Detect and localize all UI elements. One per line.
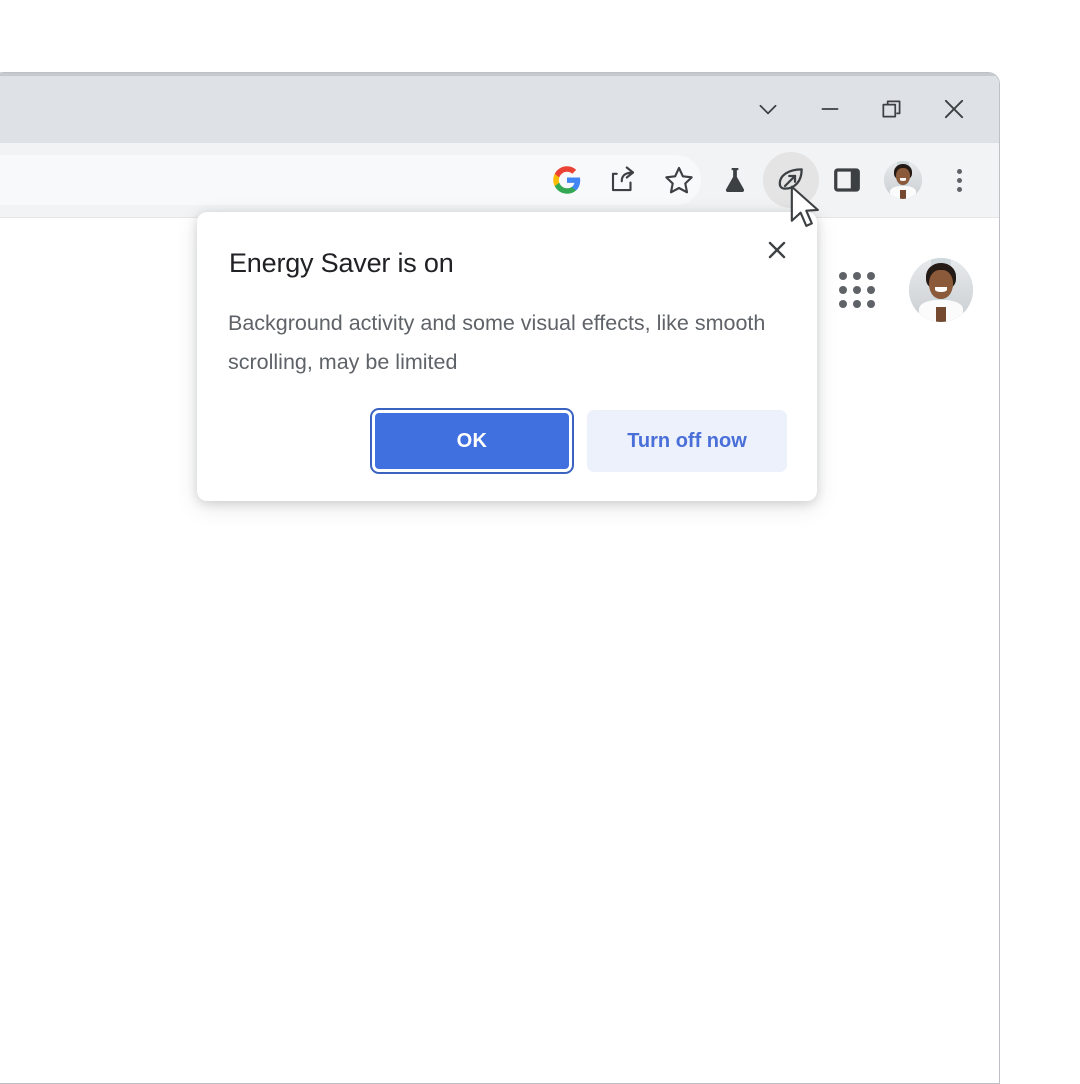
dialog-actions: OK Turn off now [197,410,787,472]
bookmark-button[interactable] [651,152,707,208]
chrome-menu-icon [957,169,962,192]
energy-saver-leaf-icon [775,164,807,196]
dialog-close-button[interactable] [753,226,801,274]
avatar [884,161,922,199]
energy-saver-button[interactable] [763,152,819,208]
avatar-neck [936,307,946,322]
dialog-body-text: Background activity and some visual effe… [228,304,774,382]
share-icon [608,165,638,195]
energy-saver-dialog: Energy Saver is on Background activity a… [197,212,817,501]
side-panel-icon [832,165,862,195]
side-panel-button[interactable] [819,152,875,208]
page-header [831,258,973,322]
minimize-icon [817,96,843,122]
google-lens-button[interactable] [539,152,595,208]
account-avatar[interactable] [909,258,973,322]
dialog-title: Energy Saver is on [229,248,454,279]
avatar-smile [935,287,947,291]
experiments-flask-icon [719,164,751,196]
avatar [909,258,973,322]
browser-toolbar [0,143,999,217]
window-controls [737,81,985,137]
profile-button[interactable] [875,152,931,208]
share-button[interactable] [595,152,651,208]
close-window-button[interactable] [923,83,985,135]
minimize-button[interactable] [799,83,861,135]
restore-icon [879,96,905,122]
maximize-button[interactable] [861,83,923,135]
avatar-neck [900,190,906,199]
tab-strip [0,73,999,143]
avatar-face [896,168,910,185]
chrome-menu-button[interactable] [931,152,987,208]
avatar-face [929,270,952,299]
turn-off-now-button[interactable]: Turn off now [587,410,787,472]
google-apps-grid-icon[interactable] [831,264,883,316]
chevron-down-icon [755,96,781,122]
experiments-button[interactable] [707,152,763,208]
toolbar-icon-group [539,143,987,217]
ok-button[interactable]: OK [372,410,572,472]
google-g-icon [552,165,582,195]
bookmark-star-icon [663,164,695,196]
tab-search-button[interactable] [737,83,799,135]
close-icon [764,237,790,263]
close-icon [940,95,968,123]
